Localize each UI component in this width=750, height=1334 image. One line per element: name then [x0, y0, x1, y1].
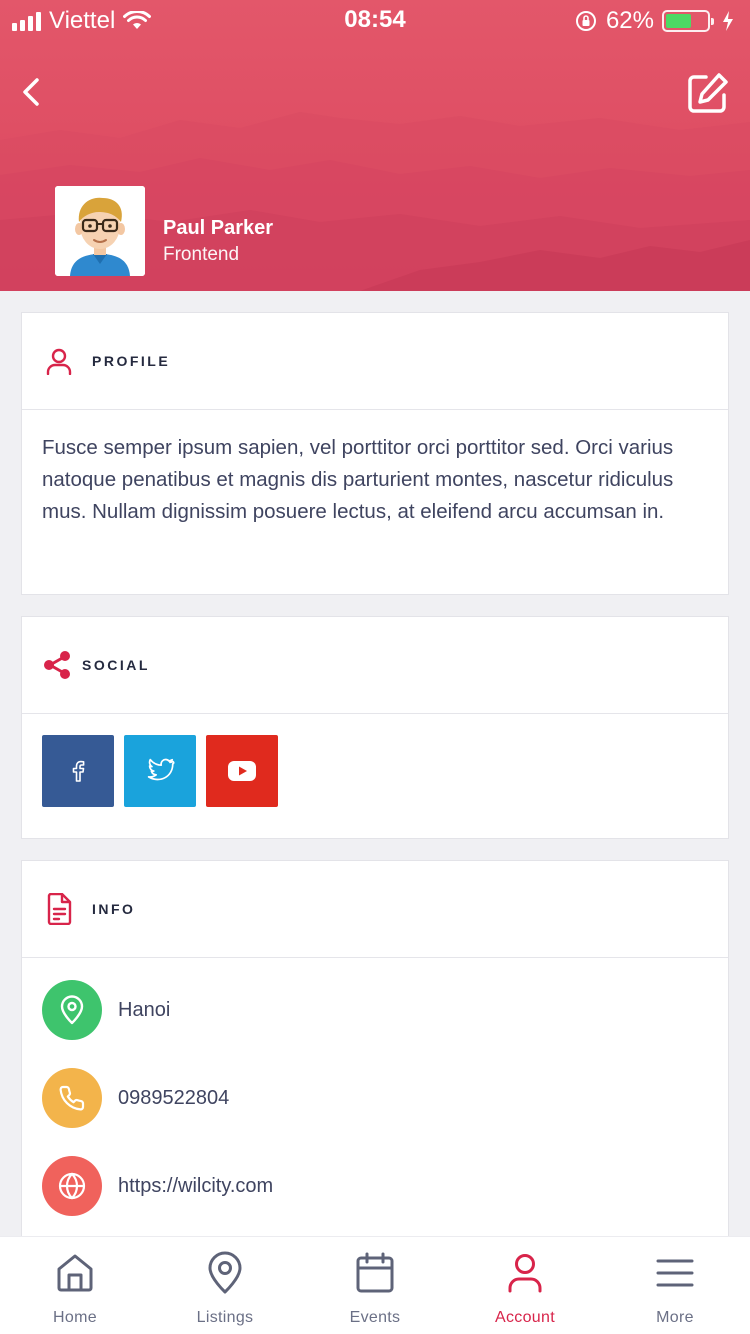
- tab-home-label: Home: [53, 1309, 97, 1326]
- info-item-website[interactable]: https://wilcity.com: [22, 1142, 728, 1230]
- social-card: SOCIAL: [21, 616, 729, 839]
- twitter-icon: [147, 758, 175, 781]
- tab-listings[interactable]: Listings: [150, 1237, 300, 1334]
- profile-title: PROFILE: [92, 353, 171, 369]
- user-name: Paul Parker: [163, 217, 274, 239]
- info-website-value: https://wilcity.com: [118, 1174, 274, 1197]
- document-icon: [44, 893, 74, 925]
- youtube-button[interactable]: [206, 735, 278, 807]
- avatar[interactable]: [55, 186, 145, 276]
- info-card-header: INFO: [22, 861, 728, 958]
- info-location-value: Hanoi: [118, 998, 171, 1021]
- chevron-left-icon: [23, 78, 39, 106]
- tab-account-label: Account: [495, 1309, 555, 1326]
- share-icon: [42, 650, 72, 680]
- user-icon: [503, 1251, 547, 1295]
- twitter-button[interactable]: [124, 735, 196, 807]
- edit-profile-button[interactable]: [686, 71, 730, 115]
- facebook-button[interactable]: [42, 735, 114, 807]
- info-item-phone[interactable]: 0989522804: [22, 1054, 728, 1142]
- youtube-icon: [228, 761, 256, 781]
- charging-icon: [723, 11, 733, 31]
- battery-percent: 62%: [605, 7, 654, 34]
- back-button[interactable]: [14, 72, 54, 112]
- location-circle: [42, 980, 102, 1040]
- avatar-illustration: [55, 186, 145, 276]
- tab-more[interactable]: More: [600, 1237, 750, 1334]
- info-phone-value: 0989522804: [118, 1086, 230, 1109]
- info-item-location[interactable]: Hanoi: [22, 966, 728, 1054]
- tab-more-label: More: [656, 1309, 694, 1326]
- phone-circle: [42, 1068, 102, 1128]
- tab-listings-label: Listings: [196, 1309, 254, 1326]
- phone-icon: [59, 1085, 85, 1111]
- user-role: Frontend: [163, 244, 240, 265]
- info-title: INFO: [92, 901, 136, 917]
- profile-header: Viettel 08:54 62% Paul Parker Frontend: [0, 0, 750, 291]
- rotation-lock-icon: [575, 11, 596, 31]
- edit-icon: [688, 73, 728, 113]
- info-list: Hanoi 0989522804 https://wilcity.com: [22, 958, 728, 1230]
- user-icon: [44, 346, 74, 376]
- facebook-icon: [72, 760, 85, 782]
- profile-card-header: PROFILE: [22, 313, 728, 410]
- location-pin-icon: [60, 995, 84, 1025]
- battery-icon: [662, 10, 714, 32]
- tab-events-label: Events: [349, 1309, 401, 1326]
- info-card: INFO Hanoi 0989522804 https://wilcity.co…: [21, 860, 729, 1260]
- bottom-tab-bar: Home Listings Events Account More: [0, 1236, 750, 1334]
- social-links: [22, 714, 728, 807]
- tab-account[interactable]: Account: [450, 1237, 600, 1334]
- tab-home[interactable]: Home: [0, 1237, 150, 1334]
- tab-events[interactable]: Events: [300, 1237, 450, 1334]
- profile-description: Fusce semper ipsum sapien, vel porttitor…: [42, 436, 674, 523]
- social-card-header: SOCIAL: [22, 617, 728, 714]
- map-pin-icon: [203, 1251, 247, 1295]
- globe-icon: [58, 1172, 86, 1200]
- menu-icon: [653, 1251, 697, 1295]
- status-bar: Viettel 08:54 62%: [0, 0, 750, 40]
- home-icon: [53, 1251, 97, 1295]
- website-circle: [42, 1156, 102, 1216]
- profile-card: PROFILE Fusce semper ipsum sapien, vel p…: [21, 312, 729, 595]
- social-title: SOCIAL: [82, 657, 150, 673]
- calendar-icon: [353, 1251, 397, 1295]
